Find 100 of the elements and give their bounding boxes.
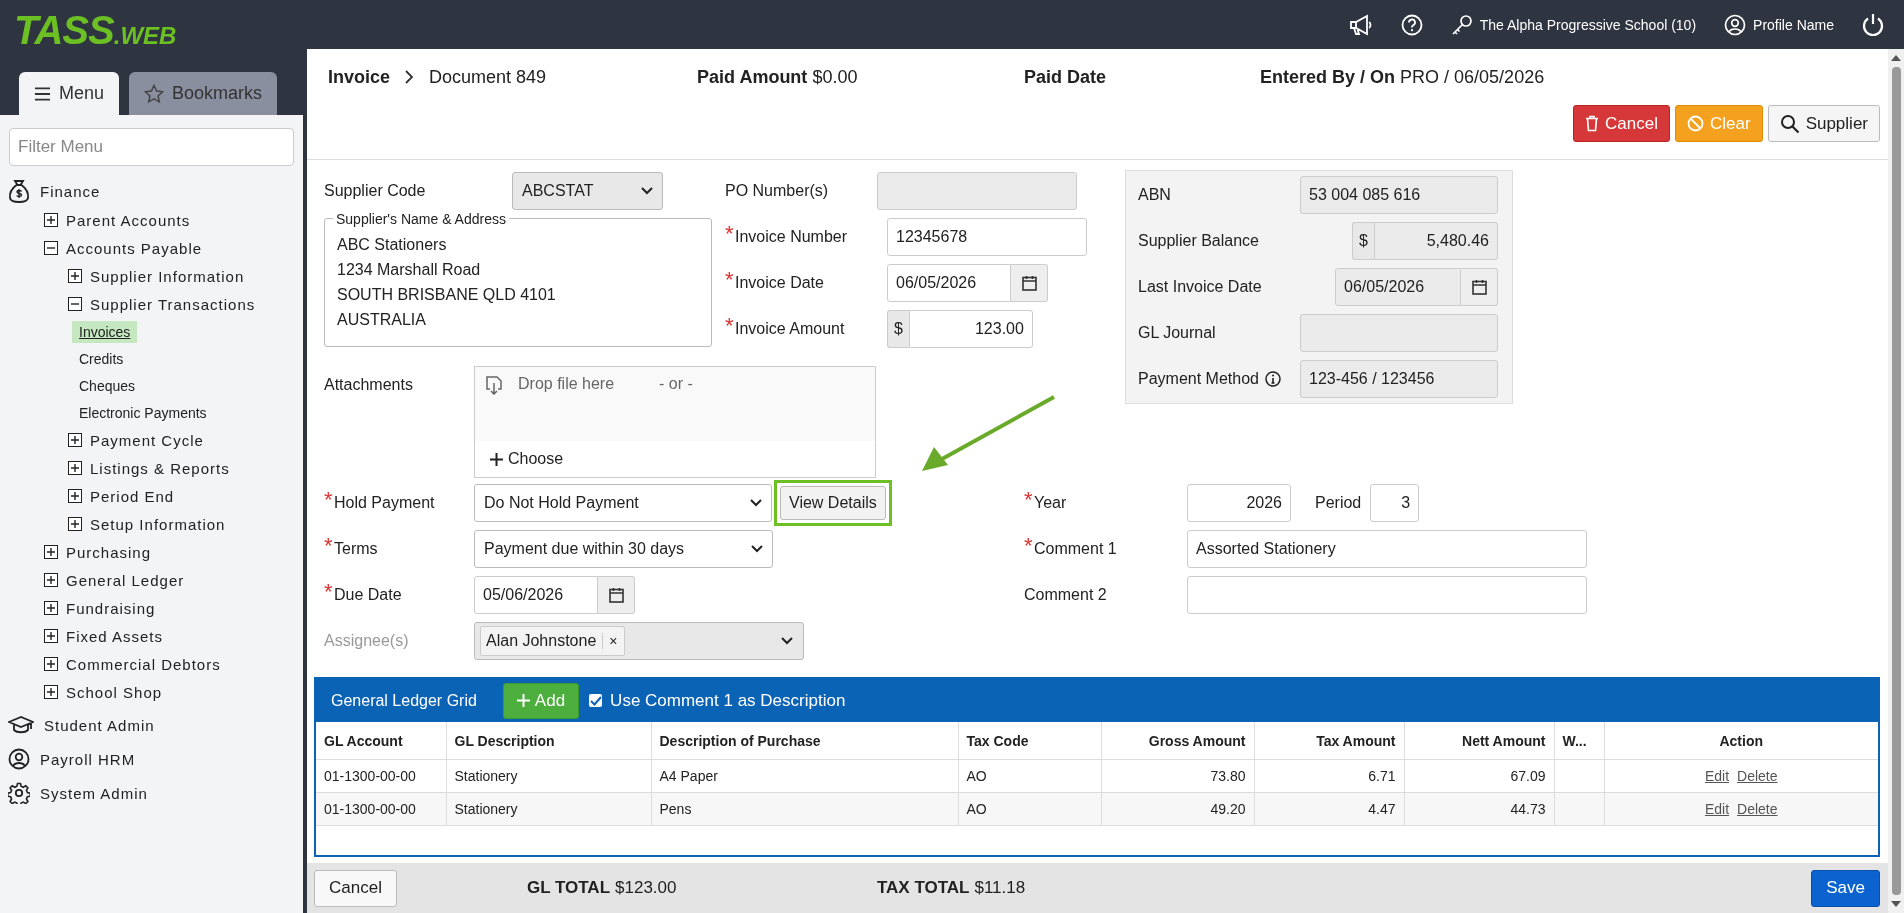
menu-link[interactable]: Cheques (72, 374, 143, 397)
menu-module[interactable]: Finance (40, 182, 101, 200)
plus-icon (490, 452, 503, 466)
checkbox[interactable] (589, 694, 603, 707)
column-header: Description of Purchase (651, 722, 958, 760)
expand-toggle-icon[interactable] (44, 213, 58, 227)
menu-item[interactable]: Accounts Payable (66, 239, 203, 257)
sidebar-tab[interactable]: Menu (19, 72, 119, 115)
row-action-link[interactable]: Delete (1737, 768, 1778, 784)
calendar-button[interactable] (1011, 264, 1048, 302)
date-field[interactable]: 05/06/2026 (474, 576, 598, 614)
power-icon[interactable] (1862, 12, 1884, 37)
expand-toggle-icon[interactable] (68, 461, 82, 475)
column-header: Action (1604, 722, 1878, 760)
menu-link[interactable]: Invoices (72, 320, 138, 343)
menu-module[interactable]: System Admin (40, 784, 148, 802)
header-button[interactable]: Cancel (1573, 105, 1670, 142)
expand-toggle-icon[interactable] (44, 629, 58, 643)
expand-toggle-icon[interactable] (68, 433, 82, 447)
field-label: ABN (1138, 186, 1171, 204)
po-numbers-field[interactable] (877, 172, 1077, 210)
menu-item[interactable]: Fixed Assets (66, 627, 164, 645)
scroll-thumb[interactable] (1891, 67, 1901, 895)
period-field[interactable]: 3 (1370, 484, 1420, 522)
date-field[interactable]: 06/05/2026 (887, 264, 1011, 302)
menu-item[interactable]: Payment Cycle (90, 431, 204, 449)
field-label: Hold Payment (334, 494, 436, 512)
profile-menu[interactable]: Profile Name (1724, 13, 1834, 36)
school-selector[interactable]: The Alpha Progressive School (10) (1450, 13, 1697, 36)
expand-toggle-icon[interactable] (68, 297, 82, 311)
header-button[interactable]: Supplier (1767, 105, 1880, 142)
calendar-button[interactable] (598, 576, 635, 614)
table-cell: 44.73 (1404, 792, 1554, 826)
field-label: GL Journal (1138, 324, 1216, 342)
menu-item[interactable]: Commercial Debtors (66, 655, 221, 673)
currency-symbol: $ (1352, 222, 1374, 260)
trash-icon (1585, 115, 1600, 132)
comment-field[interactable]: Assorted Stationery (1187, 530, 1587, 568)
terms-select[interactable]: Payment due within 30 days (474, 530, 773, 568)
chevron-right-icon (404, 70, 415, 84)
expand-toggle-icon[interactable] (68, 269, 82, 283)
menu-item[interactable]: Parent Accounts (66, 211, 191, 229)
menu-item[interactable]: Purchasing (66, 543, 152, 561)
sidebar-tab[interactable]: Bookmarks (129, 72, 277, 115)
menu-item[interactable]: Supplier Transactions (90, 295, 256, 313)
total-text: TAX TOTAL $11.18 (876, 878, 1026, 898)
field-label: Comment 2 (1024, 586, 1108, 604)
menu-item[interactable]: Supplier Information (90, 267, 245, 285)
megaphone-icon[interactable] (1348, 13, 1373, 36)
menu-item[interactable]: Listings & Reports (90, 459, 230, 477)
table-cell: AO (958, 759, 1101, 793)
expand-toggle-icon[interactable] (68, 489, 82, 503)
invoice-number-field[interactable]: 12345678 (887, 218, 1087, 256)
comment-field[interactable] (1187, 576, 1587, 614)
address-line: 1234 Marshall Road (337, 260, 482, 280)
ban-icon (1687, 115, 1704, 132)
menu-link[interactable]: Electronic Payments (72, 401, 214, 424)
info-icon[interactable] (1264, 371, 1281, 387)
hold-payment-select[interactable]: Do Not Hold Payment (474, 484, 772, 522)
calendar-button[interactable] (1461, 268, 1498, 306)
expand-toggle-icon[interactable] (44, 545, 58, 559)
expand-toggle-icon[interactable] (44, 241, 58, 255)
column-header: Gross Amount (1101, 722, 1254, 760)
save-button[interactable]: Save (1811, 869, 1880, 907)
menu-item[interactable]: Period End (90, 487, 175, 505)
expand-toggle-icon[interactable] (44, 685, 58, 699)
menu-module[interactable]: Student Admin (44, 716, 155, 734)
calendar-icon (608, 587, 624, 603)
menu-module[interactable]: Payroll HRM (40, 750, 136, 768)
menu-item[interactable]: Setup Information (90, 515, 226, 533)
menu-link[interactable]: Credits (72, 347, 131, 370)
cancel-button[interactable]: Cancel (314, 869, 397, 907)
expand-toggle-icon[interactable] (44, 601, 58, 615)
help-icon[interactable] (1400, 13, 1423, 36)
user-circle-icon (8, 748, 30, 770)
view-details-button[interactable]: View Details (780, 486, 886, 520)
row-action-link[interactable]: Edit (1704, 801, 1730, 817)
filter-field[interactable]: Filter Menu (9, 128, 294, 166)
year-field[interactable]: 2026 (1187, 484, 1291, 522)
scroll-down-icon[interactable] (1891, 901, 1901, 907)
row-action-link[interactable]: Edit (1704, 768, 1730, 784)
choose-file-button[interactable]: Choose (475, 441, 875, 477)
menu-item[interactable]: School Shop (66, 683, 163, 701)
attachment-dropzone[interactable]: Drop file here - or - Choose (474, 366, 876, 478)
chevron-down-icon (750, 499, 762, 507)
menu-item[interactable]: General Ledger (66, 571, 185, 589)
breadcrumb-link[interactable]: Invoice (328, 66, 391, 88)
supplier-code-select[interactable]: ABCSTAT (512, 172, 663, 210)
scroll-up-icon[interactable] (1891, 55, 1901, 61)
field-label: Terms (334, 540, 379, 558)
total-text: GL TOTAL $123.00 (526, 878, 678, 898)
header-stat: Entered By / On PRO / 06/05/2026 (1260, 66, 1545, 88)
expand-toggle-icon[interactable] (68, 517, 82, 531)
scrollbar[interactable] (1888, 49, 1904, 913)
row-action-link[interactable]: Delete (1737, 801, 1778, 817)
expand-toggle-icon[interactable] (44, 573, 58, 587)
chevron-down-icon (641, 187, 653, 195)
amount-field[interactable]: 123.00 (908, 310, 1033, 348)
expand-toggle-icon[interactable] (44, 657, 58, 671)
menu-item[interactable]: Fundraising (66, 599, 156, 617)
